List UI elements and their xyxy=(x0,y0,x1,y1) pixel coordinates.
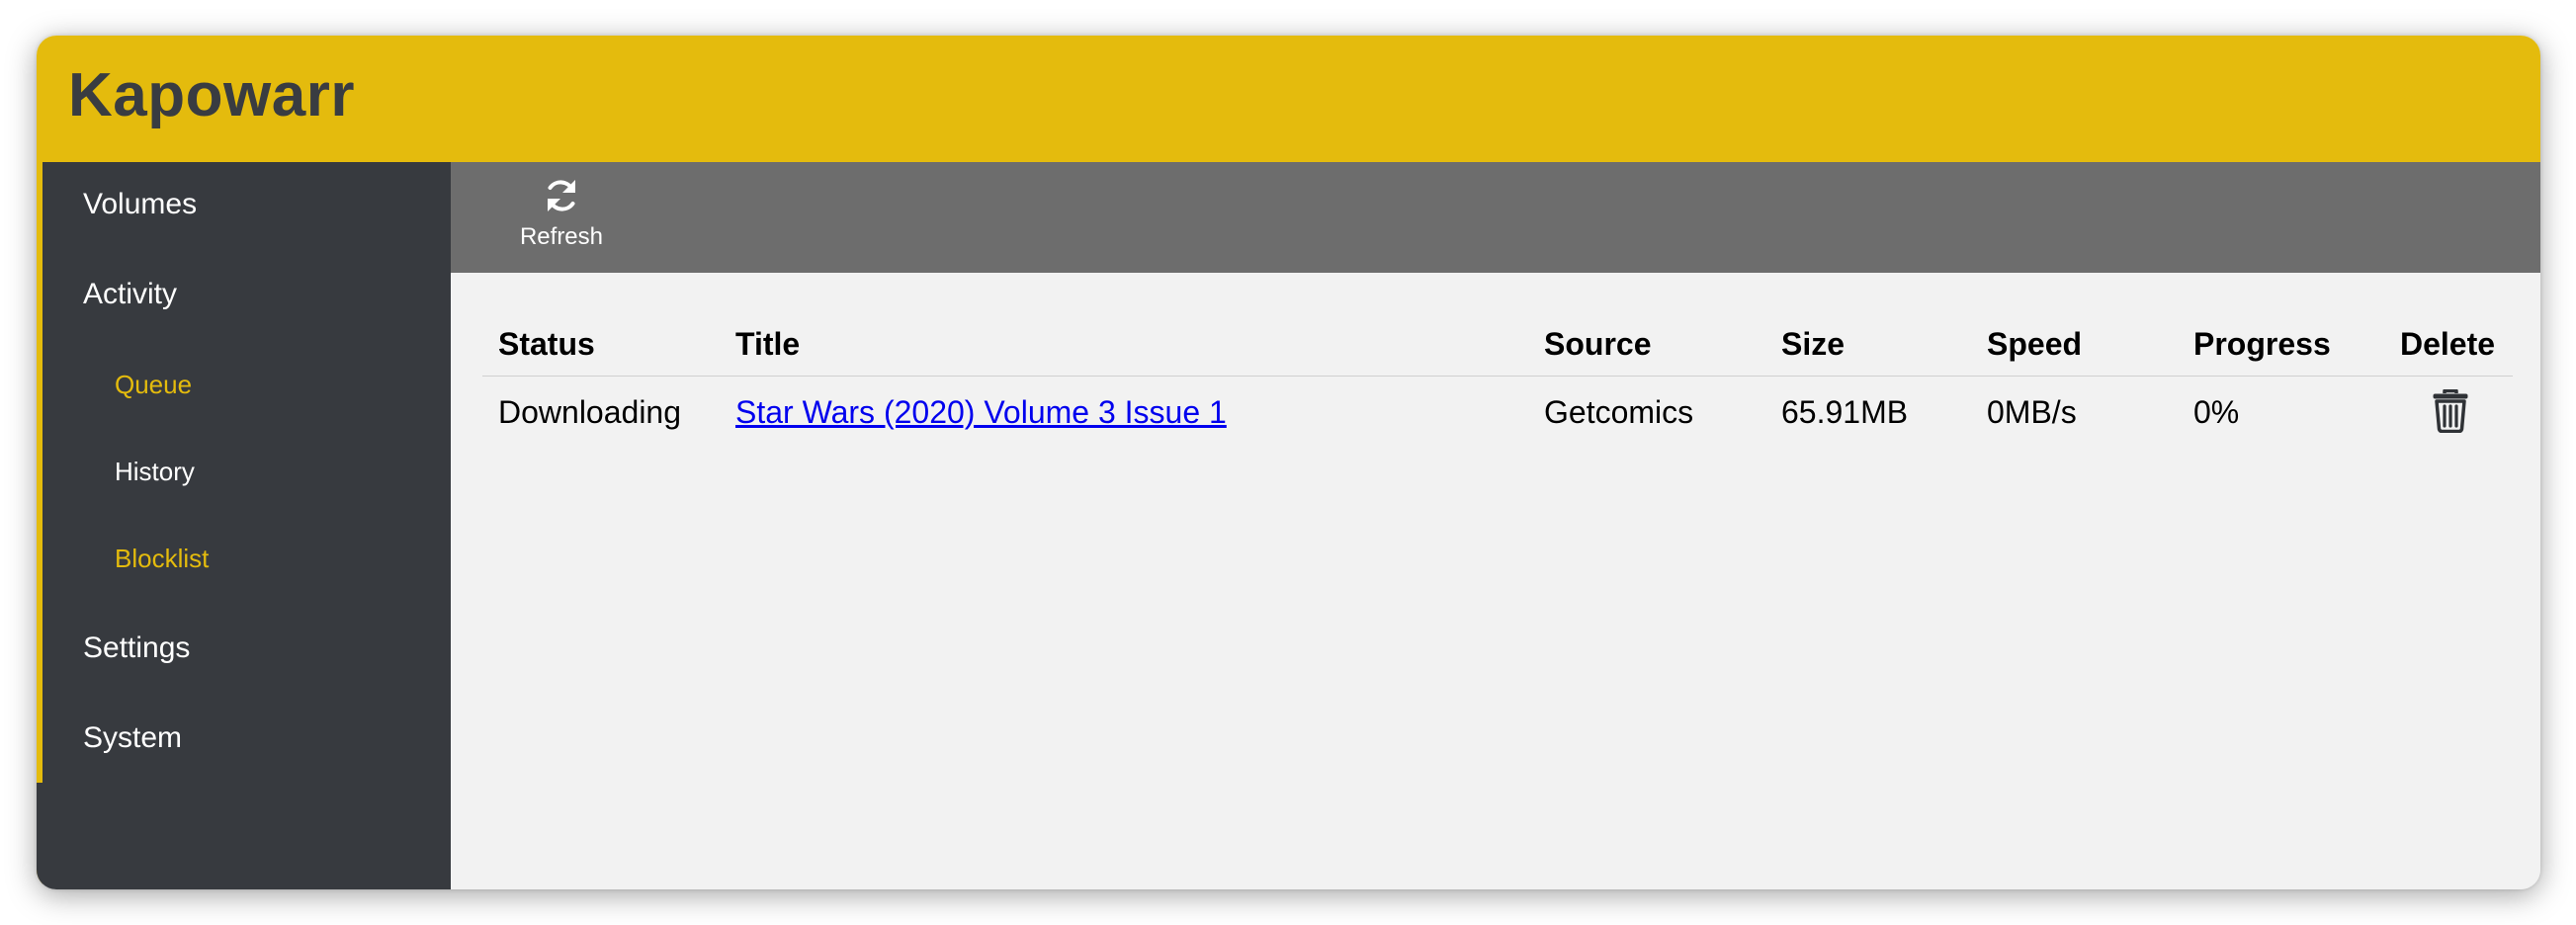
column-header-progress: Progress xyxy=(2193,326,2331,362)
sidebar-bottom-fill xyxy=(37,783,43,889)
sidebar-item-settings[interactable]: Settings xyxy=(83,631,190,665)
trash-icon xyxy=(2433,388,2468,434)
size-cell: 65.91MB xyxy=(1781,394,1909,430)
app-header: Kapowarr xyxy=(37,36,2540,162)
delete-button[interactable] xyxy=(2432,388,2469,434)
refresh-label: Refresh xyxy=(519,223,604,250)
table-row: Downloading Star Wars (2020) Volume 3 Is… xyxy=(482,377,2513,446)
progress-cell: 0% xyxy=(2193,394,2240,430)
queue-content: Status Title Source Size Speed Progress … xyxy=(451,273,2540,889)
speed-cell: 0MB/s xyxy=(1987,394,2077,430)
sidebar-item-system[interactable]: System xyxy=(83,721,182,755)
sidebar-item-volumes[interactable]: Volumes xyxy=(83,188,197,221)
column-header-title: Title xyxy=(735,326,801,362)
toolbar: Refresh xyxy=(451,162,2540,273)
refresh-icon xyxy=(548,180,575,211)
sidebar-item-activity[interactable]: Activity xyxy=(83,278,177,311)
source-cell: Getcomics xyxy=(1544,394,1694,430)
sidebar-item-queue[interactable]: Queue xyxy=(115,370,192,400)
column-header-status: Status xyxy=(498,326,595,362)
column-header-size: Size xyxy=(1781,326,1846,362)
app-window: Kapowarr Volumes Activity Queue History … xyxy=(37,36,2540,889)
sidebar: Volumes Activity Queue History Blocklist… xyxy=(37,162,451,889)
table-header-row: Status Title Source Size Speed Progress … xyxy=(482,312,2513,377)
app-title[interactable]: Kapowarr xyxy=(68,65,355,126)
status-cell: Downloading xyxy=(498,394,682,430)
column-header-source: Source xyxy=(1544,326,1652,362)
column-header-speed: Speed xyxy=(1987,326,2083,362)
title-link[interactable]: Star Wars (2020) Volume 3 Issue 1 xyxy=(735,394,1227,431)
sidebar-item-history[interactable]: History xyxy=(115,457,195,487)
sidebar-item-blocklist[interactable]: Blocklist xyxy=(115,544,209,574)
column-header-delete: Delete xyxy=(2400,326,2496,362)
refresh-button[interactable]: Refresh xyxy=(505,176,618,259)
